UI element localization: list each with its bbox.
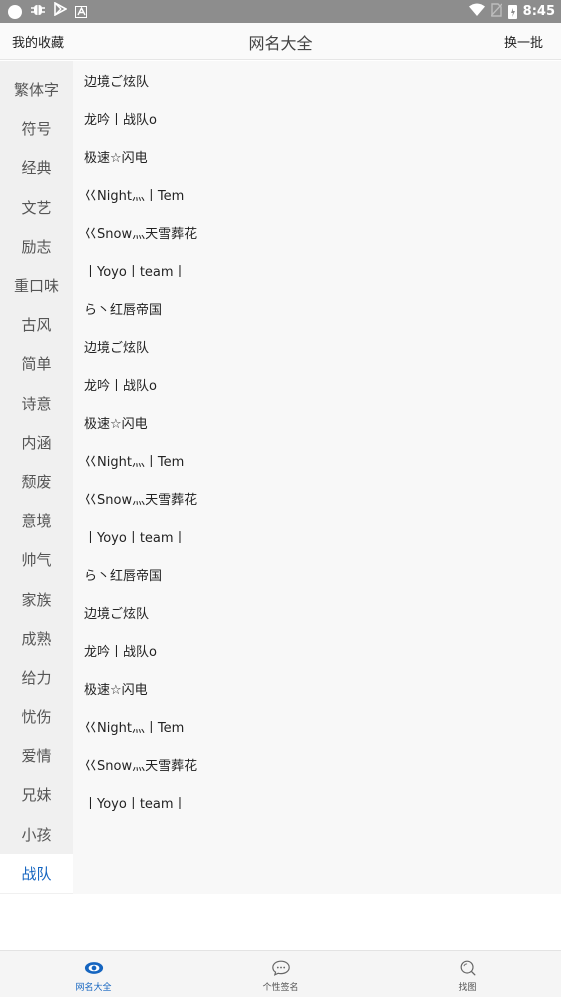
list-item[interactable]: 极速☆闪电 xyxy=(73,669,561,707)
list-item[interactable]: 巜Night灬丨Tem xyxy=(73,175,561,213)
sidebar-item-artistic-mood[interactable]: 意境 xyxy=(0,501,73,540)
tab-find-image[interactable]: 找图 xyxy=(374,951,561,997)
sidebar-item-label: 符号 xyxy=(21,120,52,139)
blank-area xyxy=(0,894,561,950)
list-item[interactable]: 极速☆闪电 xyxy=(73,403,561,441)
bottom-tab-bar: 网名大全 个性签名 找图 xyxy=(0,950,561,997)
category-sidebar: 繁体字 符号 经典 文艺 励志 重口味 古风 简单 诗意 内涵 颓废 意境 帅气… xyxy=(0,61,73,894)
bug-icon xyxy=(30,2,46,22)
name-list: 边境ご炫队 龙吟丨战队o 极速☆闪电 巜Night灬丨Tem 巜Snow灬天雪葬… xyxy=(73,61,561,894)
sidebar-item-label: 励志 xyxy=(21,237,52,256)
tab-label: 找图 xyxy=(458,983,477,993)
sidebar-item-siblings[interactable]: 兄妹 xyxy=(0,775,73,814)
sidebar-item-label: 给力 xyxy=(21,668,52,687)
sidebar-item-label: 意境 xyxy=(21,512,52,531)
eye-icon xyxy=(84,962,103,974)
sidebar-item-family[interactable]: 家族 xyxy=(0,579,73,618)
list-item[interactable]: 丨Yoyo丨team丨 xyxy=(73,517,561,555)
sidebar-item-label: 家族 xyxy=(21,590,52,609)
tab-label: 个性签名 xyxy=(262,983,299,993)
sidebar-item-label: 爱情 xyxy=(21,747,52,766)
list-item[interactable]: 巜Night灬丨Tem xyxy=(73,707,561,745)
sidebar-item-literary[interactable]: 文艺 xyxy=(0,188,73,227)
sidebar-item-label: 颓废 xyxy=(21,472,52,491)
list-item[interactable]: ら丶红唇帝国 xyxy=(73,555,561,593)
sidebar-item-decadent[interactable]: 颓废 xyxy=(0,462,73,501)
app-header: 我的收藏 网名大全 换一批 xyxy=(0,23,561,60)
sidebar-item-label: 成熟 xyxy=(21,629,52,648)
sidebar-item-label: 战队 xyxy=(21,864,52,883)
page-title: 网名大全 xyxy=(248,34,313,53)
sidebar-item-symbols[interactable]: 符号 xyxy=(0,109,73,148)
status-left-icons xyxy=(8,1,87,22)
list-item[interactable]: 边境ご炫队 xyxy=(73,327,561,365)
sidebar-item-sad[interactable]: 忧伤 xyxy=(0,697,73,736)
list-item[interactable]: 丨Yoyo丨team丨 xyxy=(73,251,561,289)
refresh-batch-button[interactable]: 换一批 xyxy=(504,32,543,51)
wifi-icon xyxy=(468,3,485,20)
sidebar-item-simple[interactable]: 简单 xyxy=(0,344,73,383)
list-item[interactable]: 边境ご炫队 xyxy=(73,61,561,99)
list-item[interactable]: 丨Yoyo丨team丨 xyxy=(73,783,561,821)
list-item[interactable]: 龙吟丨战队o xyxy=(73,631,561,669)
list-item[interactable]: 龙吟丨战队o xyxy=(73,365,561,403)
sidebar-item-mature[interactable]: 成熟 xyxy=(0,619,73,658)
sidebar-item-label: 诗意 xyxy=(21,394,52,413)
battery-icon xyxy=(507,4,517,19)
sidebar-item-poetic[interactable]: 诗意 xyxy=(0,384,73,423)
sidebar-item-inspirational[interactable]: 励志 xyxy=(0,227,73,266)
tab-label: 网名大全 xyxy=(75,983,112,993)
sidebar-item-team[interactable]: 战队 xyxy=(0,853,73,893)
status-right-icons: 8:45 xyxy=(468,2,555,21)
sidebar-item-label: 兄妹 xyxy=(21,786,52,805)
sidebar-item-love[interactable]: 爱情 xyxy=(0,736,73,775)
sidebar-item-traditional[interactable]: 繁体字 xyxy=(0,70,73,109)
circle-icon xyxy=(8,4,22,19)
tab-signature[interactable]: 个性签名 xyxy=(187,951,374,997)
sidebar-item-heavy-taste[interactable]: 重口味 xyxy=(0,266,73,305)
sidebar-item-handsome[interactable]: 帅气 xyxy=(0,540,73,579)
sidebar-item-label: 帅气 xyxy=(21,551,52,570)
magnifier-icon xyxy=(460,960,475,976)
sidebar-item-label: 忧伤 xyxy=(21,708,52,727)
sidebar-item-label: 繁体字 xyxy=(13,81,59,100)
sidebar-item-label: 内涵 xyxy=(21,433,52,452)
list-item[interactable]: 极速☆闪电 xyxy=(73,137,561,175)
favorites-button[interactable]: 我的收藏 xyxy=(12,32,64,51)
sidebar-item-label: 重口味 xyxy=(13,277,59,296)
sidebar-item-label: 古风 xyxy=(21,316,52,335)
sidebar-item-label: 简单 xyxy=(21,355,52,374)
tab-nickname-collection[interactable]: 网名大全 xyxy=(0,951,187,997)
list-item[interactable]: 巜Snow灬天雪葬花 xyxy=(73,479,561,517)
sidebar-item-classic[interactable]: 经典 xyxy=(0,148,73,187)
sidebar-item-label: 文艺 xyxy=(21,198,52,217)
list-item[interactable]: 边境ご炫队 xyxy=(73,593,561,631)
sidebar-item-label: 经典 xyxy=(21,159,52,178)
list-item[interactable]: ら丶红唇帝国 xyxy=(73,289,561,327)
list-item[interactable]: 巜Snow灬天雪葬花 xyxy=(73,213,561,251)
no-sim-icon xyxy=(490,2,503,21)
sidebar-item-label: 小孩 xyxy=(21,825,52,844)
sidebar-item-connotation[interactable]: 内涵 xyxy=(0,423,73,462)
list-item[interactable]: 龙吟丨战队o xyxy=(73,99,561,137)
sidebar-item-kids[interactable]: 小孩 xyxy=(0,815,73,854)
play-store-icon xyxy=(54,1,68,21)
sidebar-item-awesome[interactable]: 给力 xyxy=(0,658,73,697)
list-item[interactable]: 巜Night灬丨Tem xyxy=(73,441,561,479)
status-bar: 8:45 xyxy=(0,0,561,23)
chat-bubble-icon xyxy=(271,960,290,976)
status-time: 8:45 xyxy=(522,4,555,19)
list-item[interactable]: 巜Snow灬天雪葬花 xyxy=(73,745,561,783)
sidebar-item-ancient-style[interactable]: 古风 xyxy=(0,305,73,344)
a-box-icon xyxy=(75,5,87,18)
